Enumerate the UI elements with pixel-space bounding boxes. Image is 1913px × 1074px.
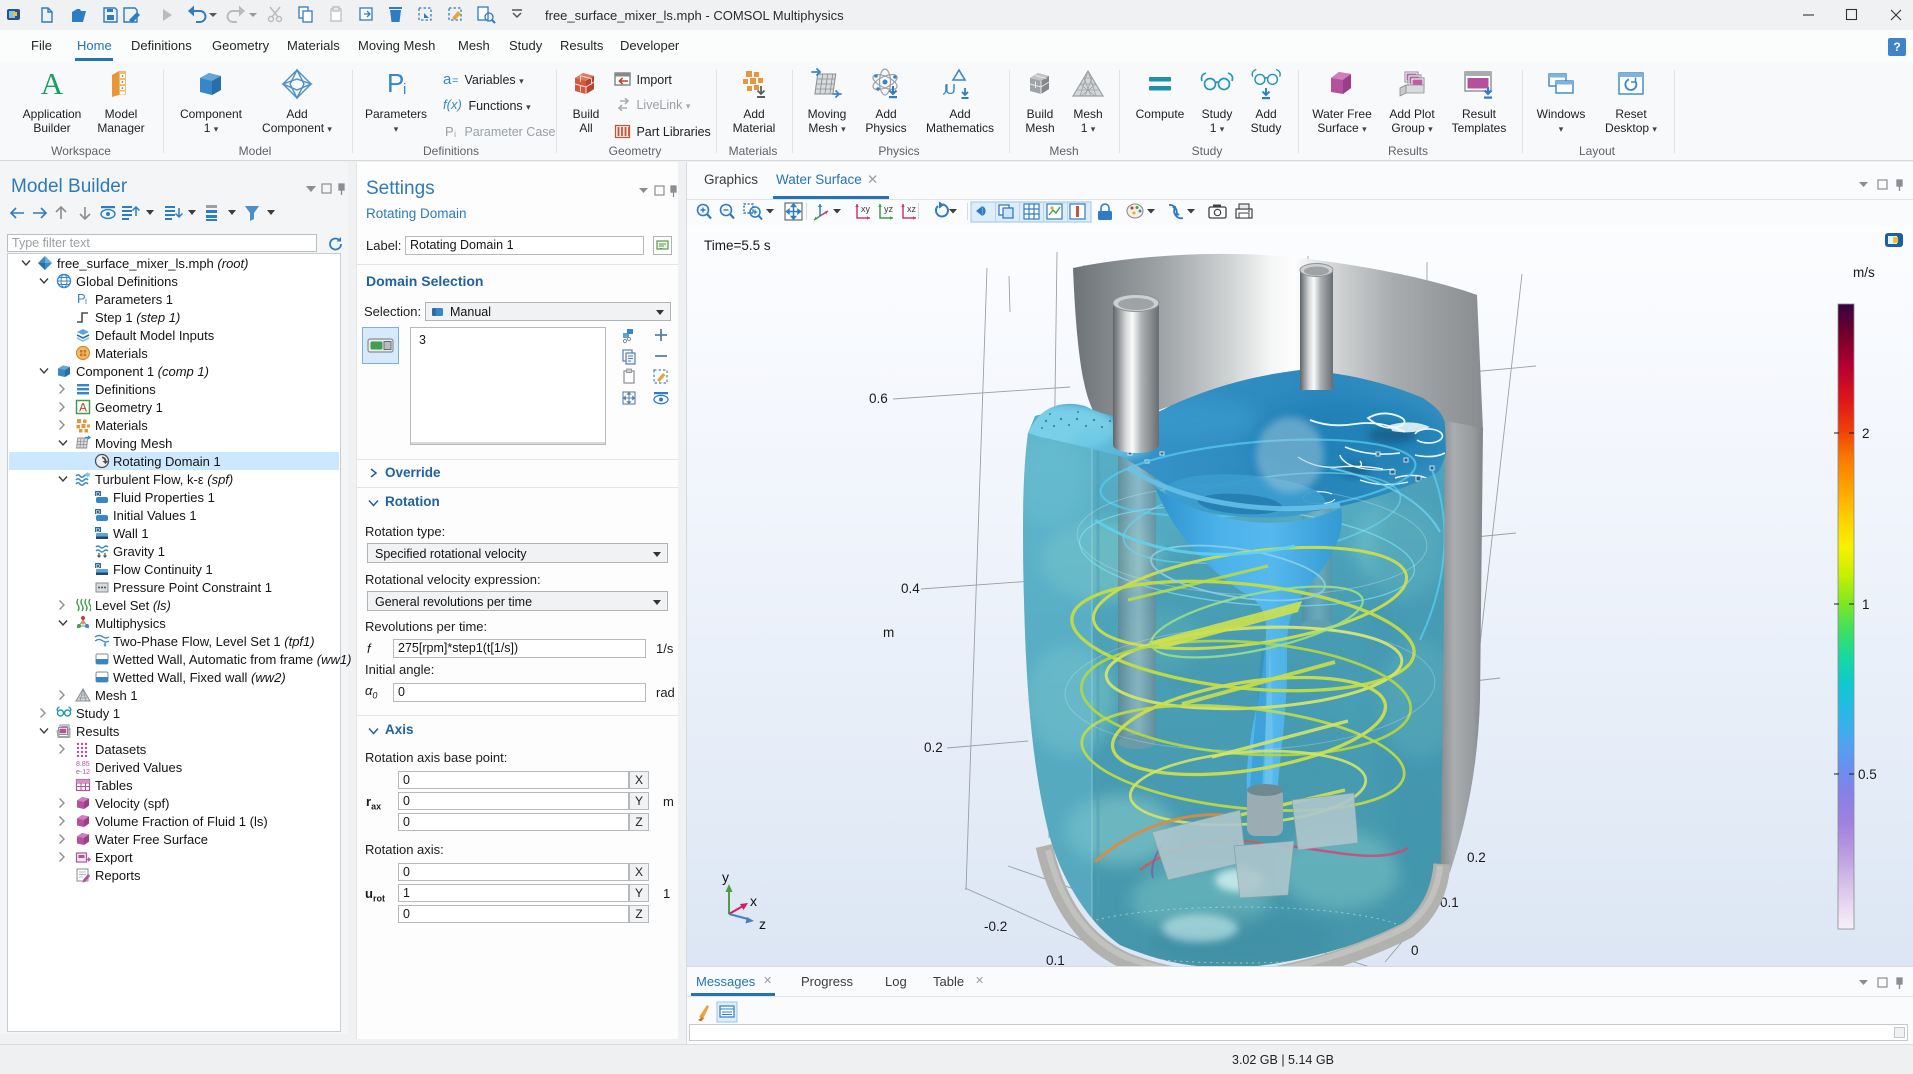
svg-text:D: D (96, 528, 100, 534)
svg-text:e-12: e-12 (76, 769, 90, 775)
svg-text:z: z (759, 916, 766, 932)
svg-text:P: P (387, 68, 404, 98)
svg-text:D: D (96, 492, 100, 498)
svg-text:1: 1 (1862, 597, 1870, 612)
svg-text:P: P (445, 124, 454, 138)
svg-text:=: = (452, 75, 458, 86)
svg-text:i: i (454, 129, 456, 138)
svg-text:D: D (96, 510, 100, 516)
svg-text:xy: xy (861, 204, 871, 214)
svg-text:0.2: 0.2 (924, 740, 943, 755)
svg-text:i: i (403, 81, 406, 98)
svg-text:f(x): f(x) (443, 98, 462, 112)
svg-text:yz: yz (884, 204, 894, 214)
svg-text:0.1: 0.1 (1046, 953, 1065, 966)
svg-text:U: U (945, 81, 956, 98)
svg-text:0.4: 0.4 (901, 581, 920, 596)
svg-text:m: m (883, 625, 894, 640)
svg-text:A: A (79, 401, 87, 415)
svg-text:y: y (722, 869, 729, 885)
svg-text:-0.2: -0.2 (984, 919, 1007, 934)
svg-text:D: D (96, 564, 100, 570)
svg-text:xz: xz (907, 204, 917, 214)
svg-text:0.5: 0.5 (1858, 767, 1877, 782)
svg-text:x: x (750, 893, 757, 909)
svg-text:0: 0 (1411, 943, 1419, 958)
svg-text:0.6: 0.6 (869, 391, 888, 406)
svg-text:a: a (443, 72, 452, 86)
svg-text:8.85: 8.85 (76, 761, 90, 768)
svg-text:2: 2 (1862, 426, 1870, 441)
svg-text:A: A (41, 68, 64, 100)
svg-text:i: i (85, 296, 87, 306)
svg-text:0.2: 0.2 (1467, 850, 1486, 865)
svg-text:m/s: m/s (1853, 265, 1875, 280)
